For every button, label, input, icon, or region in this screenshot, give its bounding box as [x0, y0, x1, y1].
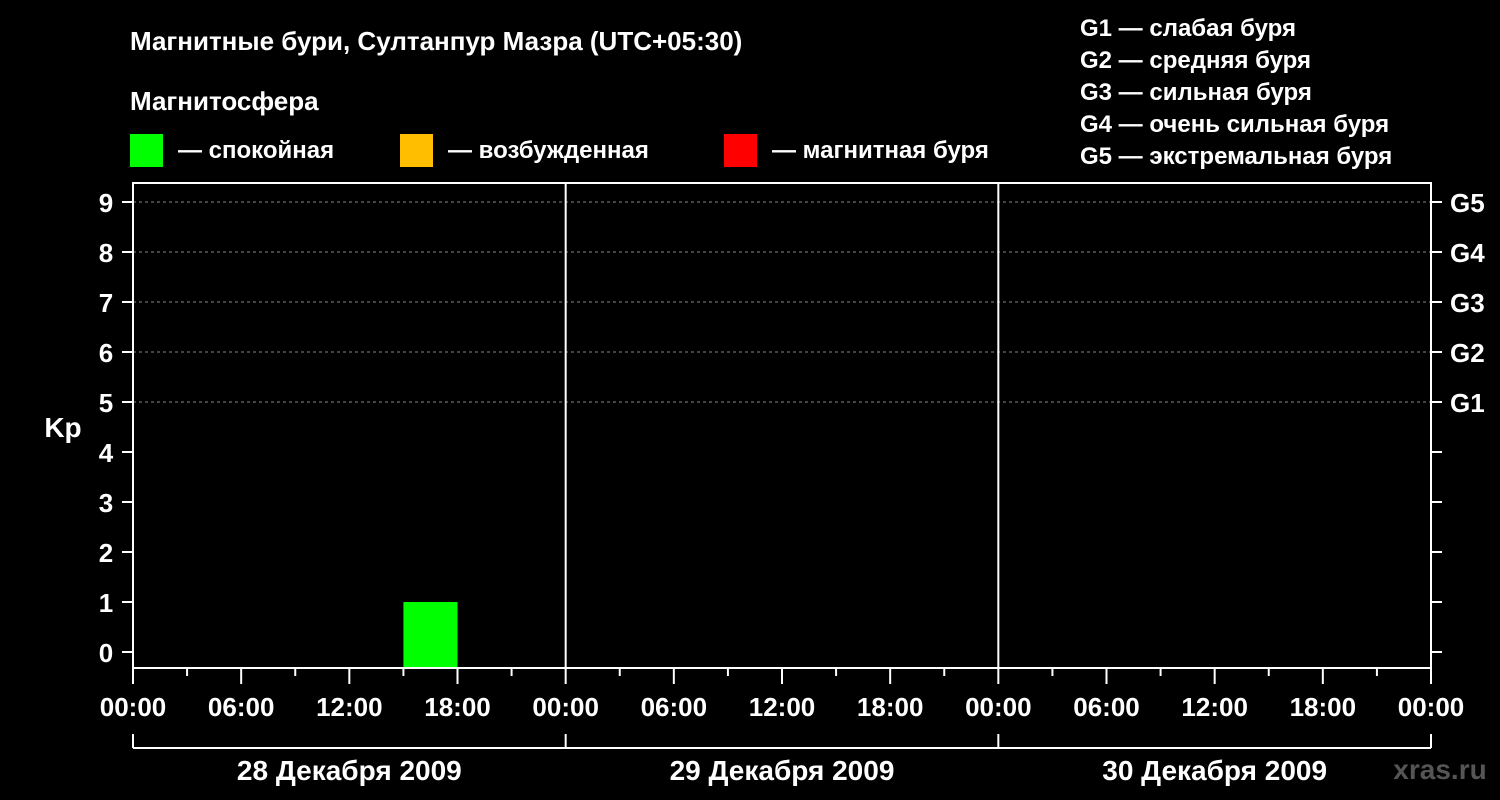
g-tick-label: G4	[1450, 238, 1485, 268]
x-tick-label: 12:00	[749, 692, 816, 722]
y-tick-label: 0	[99, 638, 113, 668]
g-scale-legend: G1 — слабая буря G2 — средняя буря G3 — си…	[1080, 15, 1392, 170]
x-tick-label: 06:00	[208, 692, 275, 722]
x-tick-label: 18:00	[1290, 692, 1357, 722]
g-tick-label: G5	[1450, 188, 1485, 218]
legend-label: — спокойная	[178, 137, 334, 164]
kp-chart: Магнитные бури, Султанпур Мазра (UTC+05:…	[44, 15, 1486, 786]
y-tick-label: 9	[99, 188, 113, 218]
kp-bar	[403, 602, 458, 668]
x-tick-label: 18:00	[424, 692, 491, 722]
y-tick-label: 3	[99, 488, 113, 518]
x-tick-label: 00:00	[532, 692, 599, 722]
y-axis-label: Kp	[44, 412, 81, 443]
chart-title: Магнитные бури, Султанпур Мазра (UTC+05:…	[130, 26, 742, 56]
y-tick-label: 8	[99, 238, 113, 268]
g-legend-item: G3 — сильная буря	[1080, 79, 1312, 106]
date-axis: 28 Декабря 2009 29 Декабря 2009 30 Декабря…	[132, 734, 1432, 786]
g-legend-item: G4 — очень сильная буря	[1080, 111, 1389, 138]
x-tick-label: 00:00	[1398, 692, 1465, 722]
y-tick-label: 2	[99, 538, 113, 568]
legend: — спокойная — возбужденная — магнитная бур…	[130, 134, 989, 167]
grid	[133, 201, 1431, 403]
g-legend-item: G1 — слабая буря	[1080, 15, 1296, 42]
x-tick-label: 00:00	[100, 692, 167, 722]
watermark: xras.ru	[1393, 754, 1486, 785]
g-legend-item: G2 — средняя буря	[1080, 47, 1311, 74]
plot-frame	[132, 182, 1432, 669]
day-separators	[564, 183, 1000, 668]
legend-swatch	[724, 134, 757, 167]
g-tick-label: G3	[1450, 288, 1485, 318]
legend-label: — магнитная буря	[772, 137, 989, 164]
x-tick-label: 12:00	[1181, 692, 1248, 722]
legend-label: — возбужденная	[448, 137, 649, 164]
date-label: 30 Декабря 2009	[1102, 755, 1327, 786]
y-tick-label: 7	[99, 288, 113, 318]
date-label: 28 Декабря 2009	[237, 755, 462, 786]
g-tick-label: G2	[1450, 338, 1485, 368]
x-tick-label: 18:00	[857, 692, 924, 722]
y-tick-label: 4	[99, 438, 114, 468]
x-tick-label: 06:00	[641, 692, 708, 722]
y-tick-label: 1	[99, 588, 113, 618]
g-tick-label: G1	[1450, 388, 1485, 418]
g-axis: G1 G2 G3 G4 G5	[1431, 188, 1485, 653]
y-axis: 0 1 2 3 4 5 6 7 8 9	[99, 188, 133, 668]
legend-swatch	[400, 134, 433, 167]
date-label: 29 Декабря 2009	[670, 755, 895, 786]
x-axis: 00:00 06:00 12:00 18:00 00:00 06:00 12:00 18:00…	[100, 668, 1465, 722]
y-tick-label: 5	[99, 388, 113, 418]
x-tick-label: 00:00	[965, 692, 1032, 722]
g-legend-item: G5 — экстремальная буря	[1080, 143, 1392, 170]
bars	[403, 602, 458, 668]
y-tick-label: 6	[99, 338, 113, 368]
legend-swatch	[130, 134, 163, 167]
legend-title: Магнитосфера	[130, 86, 319, 116]
x-tick-label: 12:00	[316, 692, 383, 722]
x-tick-label: 06:00	[1073, 692, 1140, 722]
